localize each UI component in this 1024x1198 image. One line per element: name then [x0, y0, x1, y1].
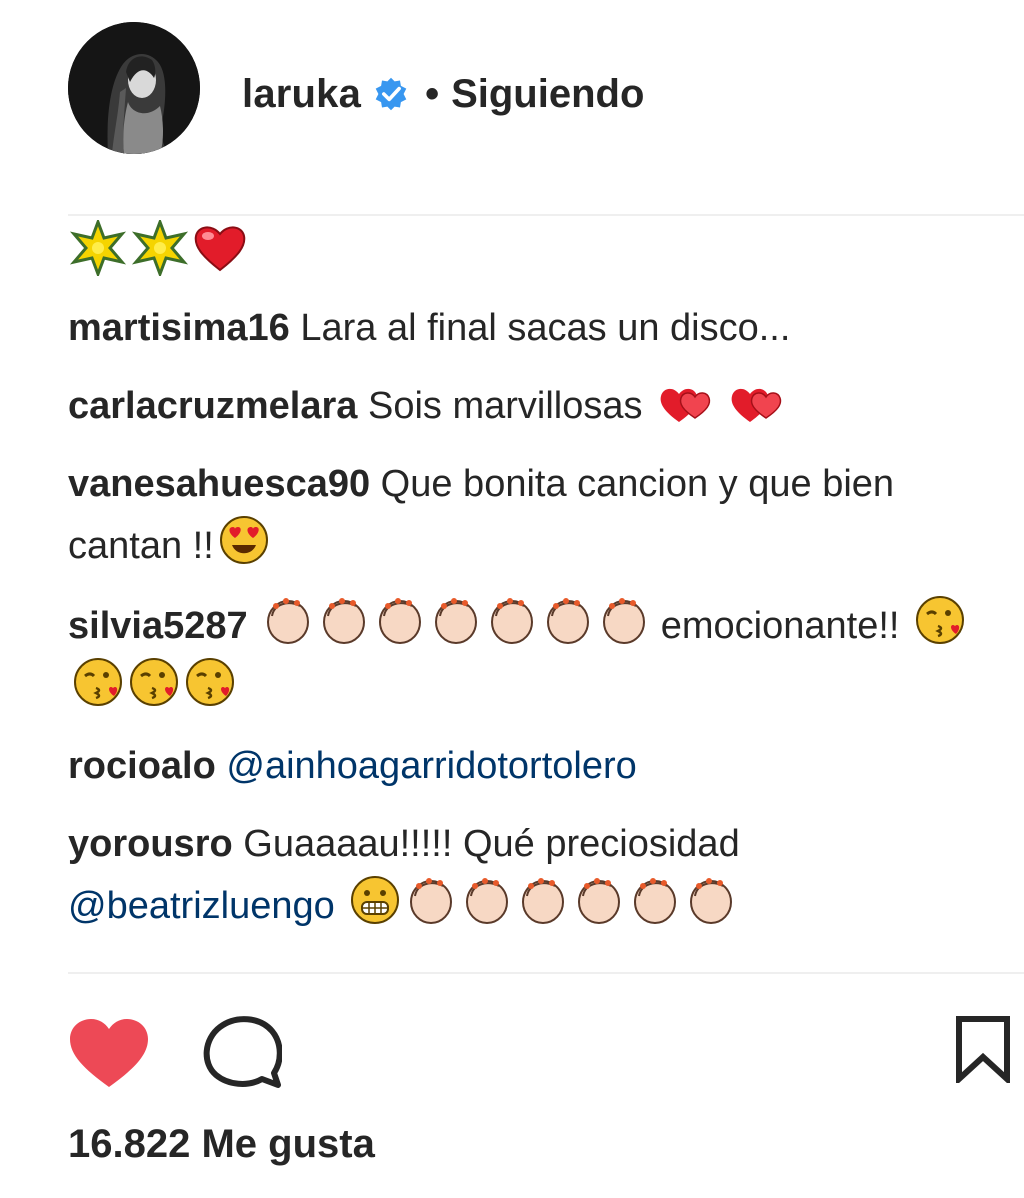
post-actions [0, 995, 1024, 1105]
two-hearts-emoji [728, 382, 784, 426]
actions-divider [68, 972, 1024, 974]
comment-text: Sois marvillosas [367, 385, 643, 427]
comment-mention-link[interactable]: @ainhoagarridotortolero [226, 745, 636, 787]
clap-emoji [262, 594, 314, 646]
comment-text: Lara al final sacas un disco... [300, 307, 791, 349]
separator-dot: • [425, 71, 440, 116]
clap-emoji [405, 874, 457, 926]
avatar[interactable] [68, 22, 200, 154]
heart-filled-icon[interactable] [68, 1017, 150, 1094]
red-heart-emoji [192, 220, 248, 281]
comment: silvia5287 emocionante!! [68, 594, 1012, 718]
comment-username[interactable]: vanesahuesca90 [68, 463, 370, 505]
username-link[interactable]: laruka [242, 72, 361, 117]
clap-emoji [573, 874, 625, 926]
two-hearts-emoji [657, 382, 713, 426]
heart-eyes-emoji [218, 514, 270, 566]
glowing-star-emoji [130, 220, 190, 281]
kiss-face-emoji [184, 656, 236, 708]
comment-username[interactable]: carlacruzmelara [68, 385, 357, 427]
glowing-star-emoji [68, 220, 128, 281]
comment-mention-link[interactable]: @beatrizluengo [68, 885, 335, 927]
grimace-emoji [349, 874, 401, 926]
comment: carlacruzmelara Sois marvillosas [68, 376, 1012, 436]
comment-username[interactable]: yorousro [68, 823, 233, 865]
clap-emoji [517, 874, 569, 926]
clap-emoji [318, 594, 370, 646]
likes-count[interactable]: 16.822 Me gusta [68, 1122, 375, 1167]
clap-emoji [461, 874, 513, 926]
clap-emoji [374, 594, 426, 646]
comment: martisima16 Lara al final sacas un disco… [68, 298, 1012, 358]
verified-badge-icon [373, 76, 409, 112]
clap-emoji [542, 594, 594, 646]
comment-username[interactable]: silvia5287 [68, 605, 248, 647]
comment-text: Guaaaau!!!!! Qué preciosidad [243, 823, 740, 865]
comments-list: martisima16 Lara al final sacas un disco… [68, 220, 1012, 975]
clap-emoji [629, 874, 681, 926]
clap-emoji [598, 594, 650, 646]
post-header: laruka • Siguiendo [0, 0, 1024, 185]
kiss-face-emoji [914, 594, 966, 646]
bookmark-icon[interactable] [954, 1015, 1012, 1088]
caption [68, 220, 1012, 280]
comment-username[interactable]: rocioalo [68, 745, 216, 787]
comment: rocioalo @ainhoagarridotortolero [68, 736, 1012, 796]
comment-username[interactable]: martisima16 [68, 307, 290, 349]
follow-status-button[interactable]: Siguiendo [451, 72, 644, 117]
clap-emoji [486, 594, 538, 646]
comment: yorousro Guaaaau!!!!! Qué preciosidad @b… [68, 814, 1012, 936]
comment: vanesahuesca90 Que bonita cancion y que … [68, 454, 1012, 576]
clap-emoji [430, 594, 482, 646]
kiss-face-emoji [72, 656, 124, 708]
speech-bubble-icon[interactable] [202, 1013, 283, 1094]
kiss-face-emoji [128, 656, 180, 708]
comment-text: emocionante!! [660, 605, 900, 647]
header-divider [68, 214, 1024, 216]
clap-emoji [685, 874, 737, 926]
